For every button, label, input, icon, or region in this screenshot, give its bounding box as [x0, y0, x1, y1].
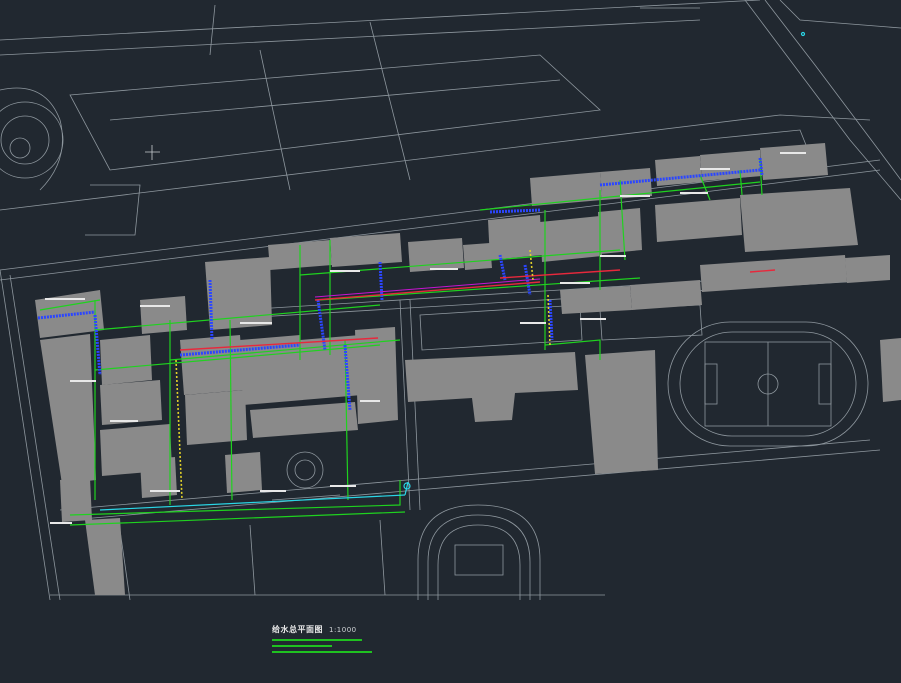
- cad-viewport[interactable]: 给水总平面图 1:1000: [0, 0, 901, 683]
- site-linework: [0, 0, 901, 601]
- drawing-scale: 1:1000: [329, 626, 357, 634]
- buildings: [35, 143, 901, 595]
- small-track: [417, 504, 541, 600]
- drawing-title-text: 给水总平面图: [272, 625, 323, 634]
- drawing-title-block: 给水总平面图 1:1000: [272, 624, 512, 653]
- site-plan-drawing[interactable]: [0, 0, 901, 683]
- drawing-title: 给水总平面图 1:1000: [272, 624, 512, 635]
- note-line-1: [272, 639, 362, 641]
- note-line-3: [272, 651, 372, 653]
- note-line-2: [272, 645, 332, 647]
- athletic-track: [667, 321, 869, 447]
- plaza-circle: [271, 451, 341, 501]
